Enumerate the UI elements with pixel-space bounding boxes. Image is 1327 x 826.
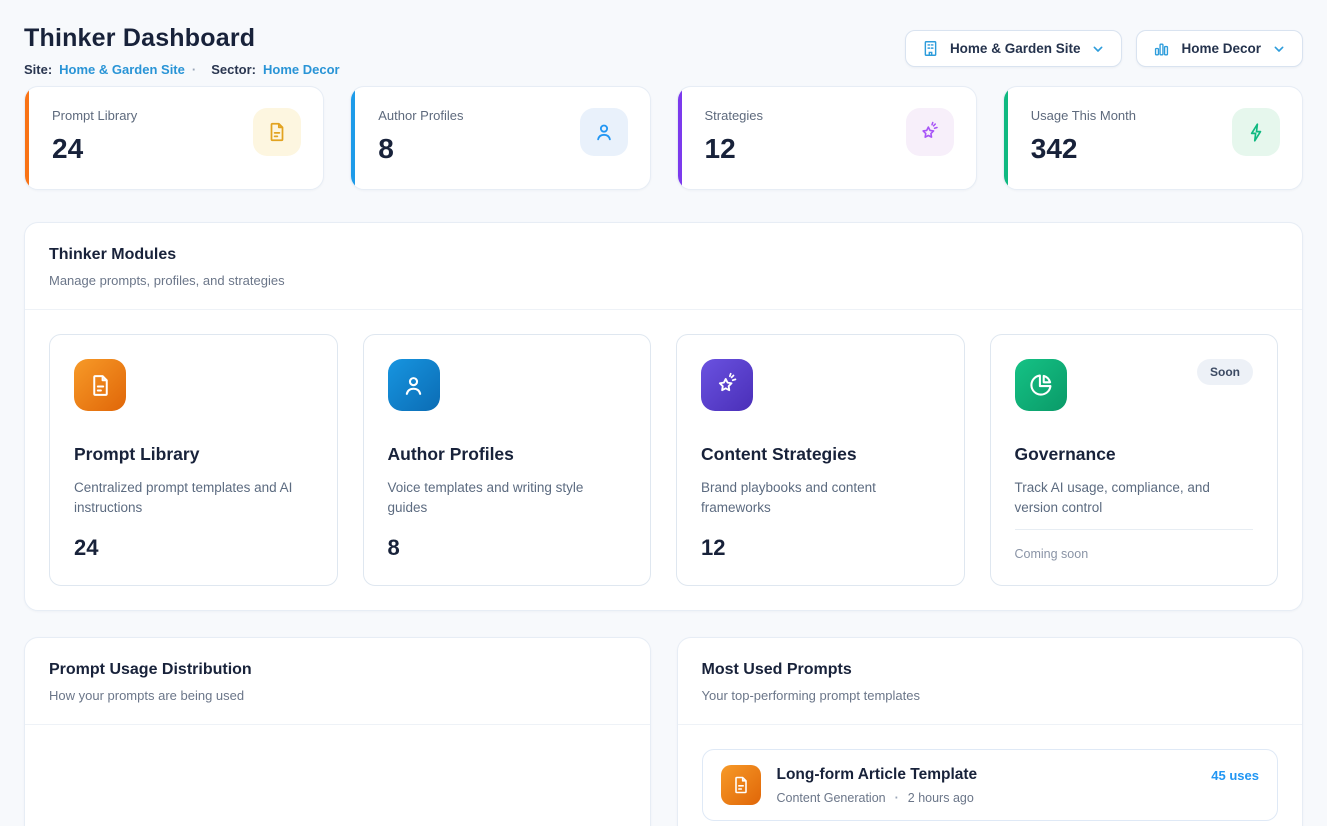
breadcrumb: Site: Home & Garden Site · Sector: Home …: [24, 62, 340, 77]
stat-value: 8: [378, 133, 463, 165]
module-title: Prompt Library: [74, 444, 313, 465]
sector-label: Sector:: [211, 62, 256, 77]
page-header: Thinker Dashboard Site: Home & Garden Si…: [24, 24, 1303, 77]
module-card-prompt-library[interactable]: Prompt Library Centralized prompt templa…: [49, 334, 338, 586]
list-title: Most Used Prompts: [702, 661, 1279, 679]
header-actions: Home & Garden Site Home Decor: [905, 30, 1303, 67]
star-sparkle-icon: [906, 108, 954, 156]
module-title: Author Profiles: [388, 444, 627, 465]
accent-bar: [1004, 87, 1008, 189]
prompt-time: 2 hours ago: [908, 791, 974, 805]
bottom-row: Prompt Usage Distribution How your promp…: [24, 637, 1303, 826]
modules-subtitle: Manage prompts, profiles, and strategies: [49, 273, 1278, 288]
stat-label: Author Profiles: [378, 108, 463, 123]
stat-value: 342: [1031, 133, 1136, 165]
stat-label: Strategies: [705, 108, 764, 123]
module-description: Voice templates and writing style guides: [388, 478, 627, 519]
divider: [1015, 529, 1254, 530]
stat-label: Prompt Library: [52, 108, 137, 123]
person-icon: [580, 108, 628, 156]
stats-row: Prompt Library 24 Author Profiles 8 Stra…: [24, 86, 1303, 190]
module-card-content-strategies[interactable]: Content Strategies Brand playbooks and c…: [676, 334, 965, 586]
module-description: Centralized prompt templates and AI inst…: [74, 478, 313, 519]
bolt-icon: [1232, 108, 1280, 156]
module-description: Track AI usage, compliance, and version …: [1015, 478, 1254, 519]
stat-label: Usage This Month: [1031, 108, 1136, 123]
module-title: Content Strategies: [701, 444, 940, 465]
prompt-name: Long-form Article Template: [777, 766, 1196, 784]
module-count: 24: [74, 535, 313, 561]
prompt-category: Content Generation: [777, 791, 886, 805]
module-count: 12: [701, 535, 940, 561]
building-icon: [921, 39, 940, 58]
person-icon: [388, 359, 440, 411]
most-used-prompts-card: Most Used Prompts Your top-performing pr…: [677, 637, 1304, 826]
stat-value: 24: [52, 133, 137, 165]
site-link[interactable]: Home & Garden Site: [59, 62, 185, 77]
dashboard-page: Thinker Dashboard Site: Home & Garden Si…: [0, 0, 1327, 826]
module-card-governance[interactable]: Soon Governance Track AI usage, complian…: [990, 334, 1279, 586]
divider: [678, 724, 1303, 725]
accent-bar: [678, 87, 682, 189]
modules-title: Thinker Modules: [49, 246, 1278, 264]
bar-chart-icon: [1152, 39, 1171, 58]
module-card-author-profiles[interactable]: Author Profiles Voice templates and writ…: [363, 334, 652, 586]
prompt-uses-count: 45 uses: [1211, 768, 1259, 783]
stat-value: 12: [705, 133, 764, 165]
sector-link[interactable]: Home Decor: [263, 62, 340, 77]
sector-selector-label: Home Decor: [1181, 41, 1261, 56]
chart-subtitle: How your prompts are being used: [49, 688, 626, 703]
module-count: 8: [388, 535, 627, 561]
coming-soon-text: Coming soon: [1015, 547, 1254, 561]
page-title: Thinker Dashboard: [24, 24, 340, 53]
stat-card-usage-this-month: Usage This Month 342: [1003, 86, 1303, 190]
usage-donut-chart: 15%: [25, 725, 651, 826]
stat-card-prompt-library: Prompt Library 24: [24, 86, 324, 190]
document-icon: [721, 765, 761, 805]
stat-card-author-profiles: Author Profiles 8: [350, 86, 650, 190]
site-selector-label: Home & Garden Site: [950, 41, 1081, 56]
star-sparkle-icon: [701, 359, 753, 411]
meta-dot-separator: ·: [192, 62, 196, 77]
sector-selector-dropdown[interactable]: Home Decor: [1136, 30, 1303, 67]
site-selector-dropdown[interactable]: Home & Garden Site: [905, 30, 1123, 67]
accent-bar: [351, 87, 355, 189]
header-left: Thinker Dashboard Site: Home & Garden Si…: [24, 24, 340, 77]
chevron-down-icon: [1271, 41, 1287, 57]
accent-bar: [25, 87, 29, 189]
donut-chart-area: 15%: [25, 725, 650, 826]
soon-badge: Soon: [1197, 359, 1253, 385]
prompt-usage-distribution-card: Prompt Usage Distribution How your promp…: [24, 637, 651, 826]
module-title: Governance: [1015, 444, 1254, 465]
site-label: Site:: [24, 62, 52, 77]
list-subtitle: Your top-performing prompt templates: [702, 688, 1279, 703]
stat-card-strategies: Strategies 12: [677, 86, 977, 190]
modules-grid: Prompt Library Centralized prompt templa…: [25, 310, 1302, 610]
module-description: Brand playbooks and content frameworks: [701, 478, 940, 519]
pie-chart-icon: [1015, 359, 1067, 411]
chart-title: Prompt Usage Distribution: [49, 661, 626, 679]
meta-dot-separator: ·: [895, 791, 899, 805]
document-icon: [253, 108, 301, 156]
document-icon: [74, 359, 126, 411]
chevron-down-icon: [1090, 41, 1106, 57]
thinker-modules-panel: Thinker Modules Manage prompts, profiles…: [24, 222, 1303, 611]
prompt-list-item[interactable]: Long-form Article Template Content Gener…: [702, 749, 1279, 821]
